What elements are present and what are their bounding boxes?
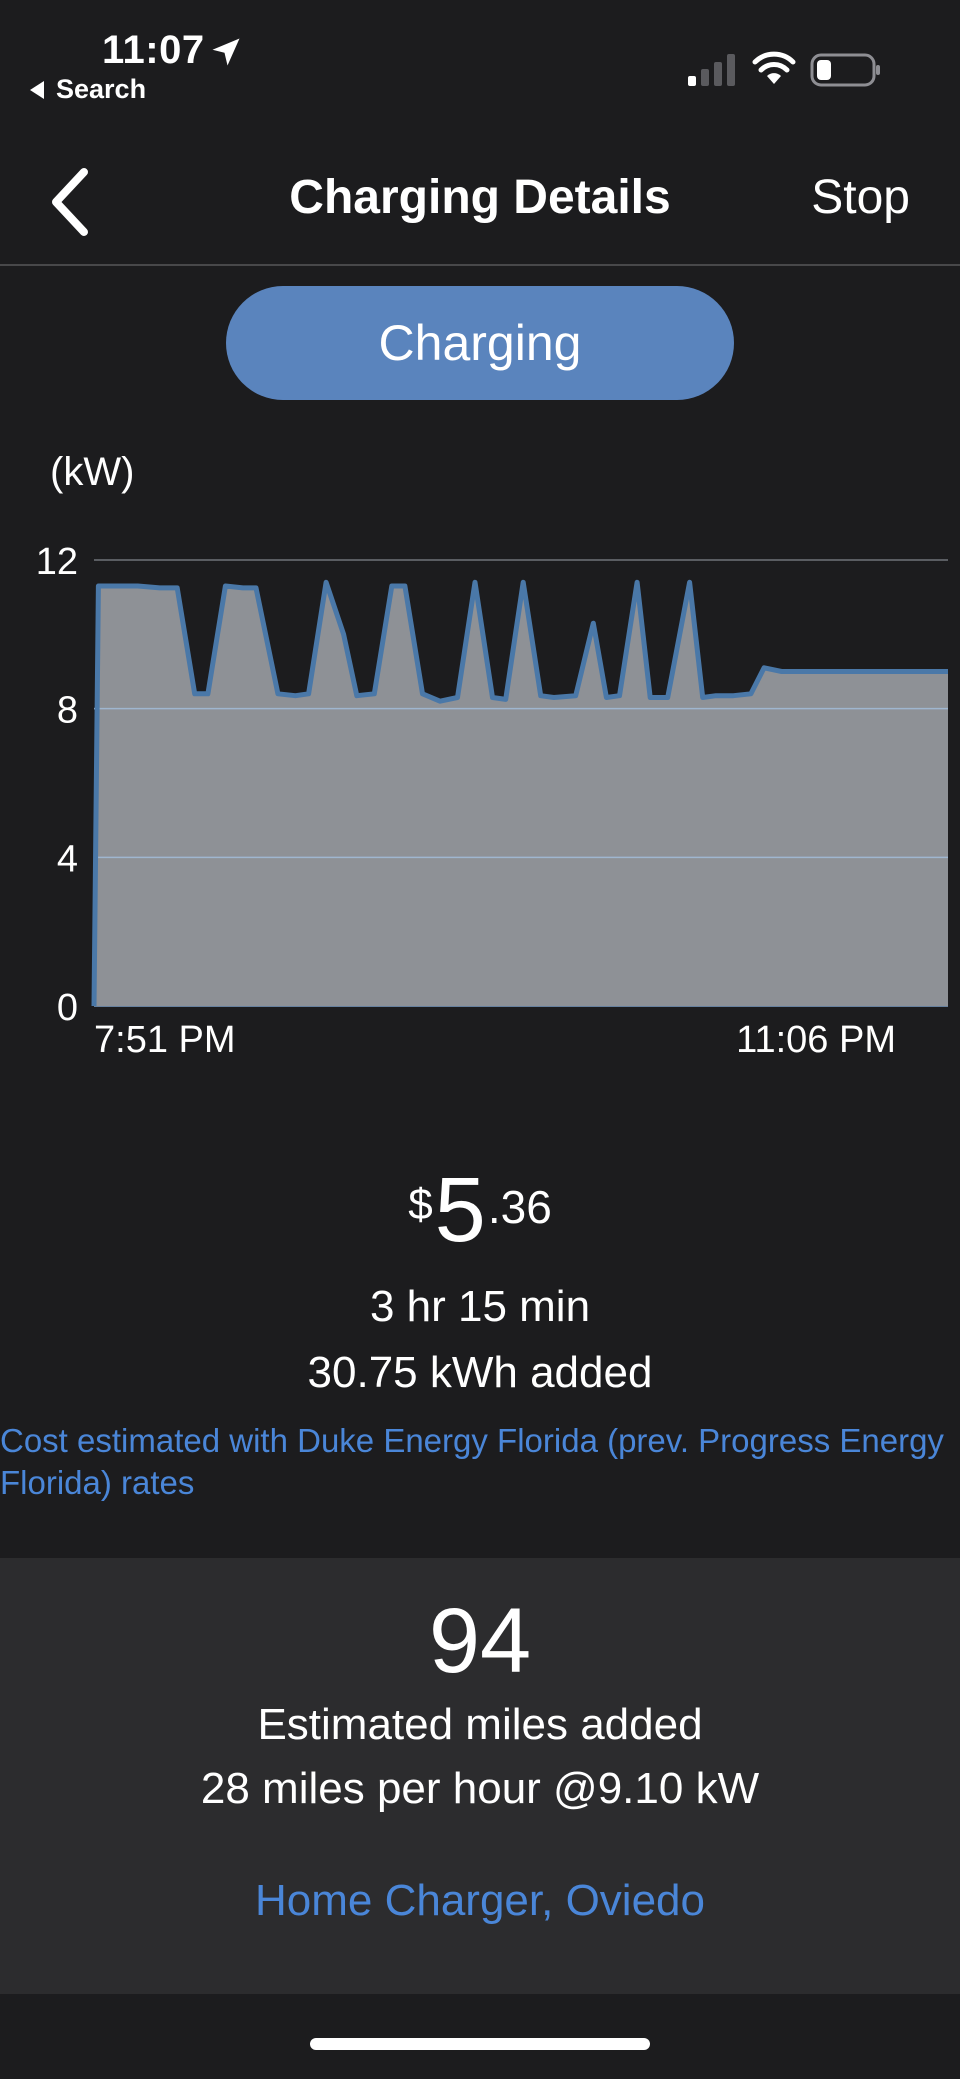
charger-location-link[interactable]: Home Charger, Oviedo	[255, 1876, 705, 1926]
charging-summary: $ 5 .36 3 hr 15 min 30.75 kWh added	[0, 1160, 960, 1398]
y-tick-label: 8	[57, 690, 78, 732]
home-indicator[interactable]	[310, 2038, 650, 2050]
y-tick-label: 4	[57, 838, 78, 880]
x-tick-label: 7:51 PM	[94, 1019, 236, 1061]
stop-button[interactable]: Stop	[811, 170, 910, 225]
battery-icon	[810, 53, 880, 87]
miles-per-hour-rate: 28 miles per hour @9.10 kW	[200, 1764, 760, 1813]
cost-dollars: 5	[434, 1159, 486, 1261]
miles-added-value: 94	[428, 1590, 532, 1692]
y-axis-ticks: 0 4 8 12	[36, 541, 78, 1029]
y-tick-label: 0	[57, 987, 78, 1029]
back-triangle-icon	[30, 80, 44, 99]
wifi-icon	[752, 51, 796, 84]
cellular-signal-icon	[688, 54, 735, 86]
cost-display: $ 5 .36	[0, 1160, 960, 1260]
y-axis-label: (kW)	[50, 450, 134, 494]
charge-duration: 3 hr 15 min	[369, 1282, 591, 1331]
x-axis-ticks: 7:51 PM 11:06 PM	[94, 1019, 896, 1061]
y-tick-label: 12	[36, 541, 78, 583]
energy-added: 30.75 kWh added	[307, 1348, 653, 1397]
miles-panel: 94 Estimated miles added 28 miles per ho…	[0, 1558, 960, 1994]
miles-added-label: Estimated miles added	[257, 1700, 703, 1749]
back-app-label: Search	[56, 74, 147, 104]
status-time: 11:07	[102, 28, 205, 72]
currency-symbol: $	[408, 1180, 433, 1229]
back-to-search-link[interactable]: Search	[30, 74, 146, 105]
power-area	[94, 582, 948, 1006]
rate-note-link[interactable]: Cost estimated with Duke Energy Florida …	[0, 1420, 960, 1504]
power-chart: (kW) 0 4 8 12 7:51 PM 11:06 PM	[36, 450, 948, 1061]
cost-cents: .36	[487, 1181, 552, 1233]
location-arrow-icon	[212, 38, 240, 66]
x-tick-label: 11:06 PM	[736, 1019, 896, 1061]
status-bar: 11:07 Search	[0, 0, 960, 120]
charging-status-badge: Charging	[226, 286, 734, 400]
navigation-bar: Charging Details Stop	[0, 140, 960, 266]
